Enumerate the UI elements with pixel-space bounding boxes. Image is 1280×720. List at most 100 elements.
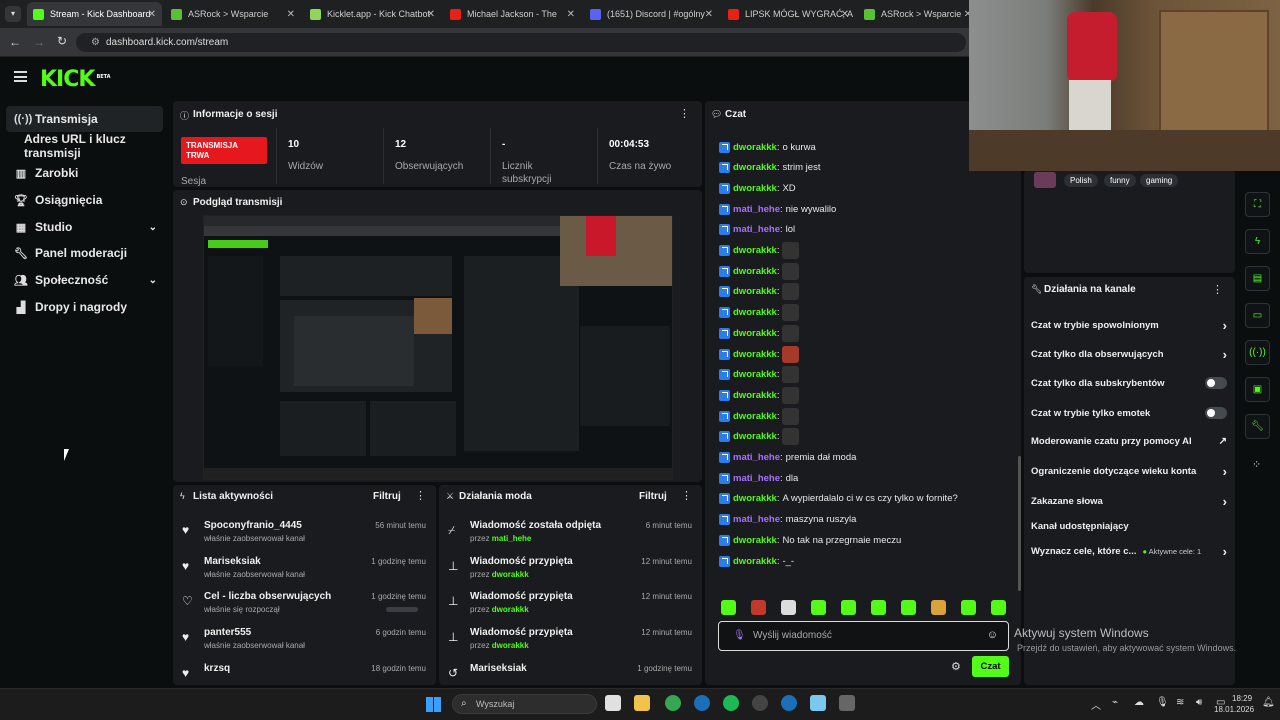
obs-icon[interactable] [752,695,768,711]
more-icon[interactable]: ⋮ [1212,283,1223,296]
banned-words-row[interactable]: Zakazane słowa › [1031,491,1227,511]
chat-message[interactable]: dworakkk: XD [719,179,796,197]
sidebar-item-spolecznosc[interactable]: 👥︎ Społeczność ⌄ [6,267,163,293]
chat-settings-icon[interactable]: ⚙ [951,660,961,673]
chat-username[interactable]: dworakkk [733,349,777,360]
sidebar-item-dropy[interactable]: ▟ Dropy i nagrody [6,294,163,320]
clock-date[interactable]: 18.01.2026 [1214,705,1254,714]
more-icon[interactable]: ⋮ [681,489,692,502]
browser-tab[interactable]: ASRock > Wsparcie ✕ [858,2,978,26]
network-icon[interactable]: ⌁ [1112,697,1118,708]
tray-chevron-icon[interactable]: ︿ [1091,697,1101,712]
close-tab-icon[interactable]: ✕ [705,9,713,20]
site-info-icon[interactable]: ⚙ [91,37,100,48]
dots-cluster-icon[interactable]: ⁘ [1252,458,1261,471]
chat-username[interactable]: dworakkk [733,390,777,401]
quick-emote-icon[interactable] [751,600,766,615]
chat-bubble-icon[interactable]: ▭ [1245,303,1270,328]
more-icon[interactable]: ⋮ [415,489,426,502]
browser-tab[interactable]: Michael Jackson - The ✕ [444,2,581,26]
chat-username[interactable]: dworakkk [733,183,777,194]
tag-funny[interactable]: funny [1104,174,1136,187]
goals-row[interactable]: Wyznacz cele, które c... ● Aktywne cele: … [1031,541,1227,561]
quick-emote-icon[interactable] [841,600,856,615]
chrome-icon[interactable] [665,695,681,711]
slow-mode-row[interactable]: Czat w trybie spowolnionym › [1031,315,1227,335]
chat-username[interactable]: mati_hehe [733,224,780,235]
kick-logo[interactable]: KICK BETA [40,67,111,92]
quick-emote-icon[interactable] [871,600,886,615]
wrench-icon[interactable]: 🔧︎ [1245,414,1270,439]
steam-icon[interactable] [694,695,710,711]
chat-message[interactable]: dworakkk: strim jest [719,159,820,177]
spotify-icon[interactable] [723,695,739,711]
sidebar-item-url-key[interactable]: Adres URL i klucz transmisji [6,132,163,160]
emote-picker-icon[interactable]: ☺ [987,629,998,641]
account-age-row[interactable]: Ograniczenie dotyczące wieku konta › [1031,461,1227,481]
chat-message[interactable]: dworakkk: [719,386,800,404]
menu-icon[interactable] [14,71,27,82]
chat-message[interactable]: mati_hehe: lol [719,221,795,239]
sharing-channel-row[interactable]: Kanał udostępniający [1031,516,1227,536]
stream-preview-video[interactable] [203,215,673,480]
notifications-icon[interactable]: 🔔︎ [1262,697,1275,708]
chat-input-box[interactable]: 🎙︎ Wyślij wiadomość ☺ [718,621,1009,651]
file-explorer-icon[interactable] [634,695,650,711]
chat-username[interactable]: dworakkk [733,266,777,277]
close-tab-icon[interactable]: ✕ [148,9,156,20]
more-icon[interactable]: ⋮ [679,107,690,120]
subscribers-only-toggle[interactable] [1205,377,1227,389]
chat-message[interactable]: mati_hehe: nie wywalilo [719,200,836,218]
quick-emote-icon[interactable] [991,600,1006,615]
chat-username[interactable]: dworakkk [733,328,777,339]
chat-message[interactable]: dworakkk: [719,242,800,260]
chat-username[interactable]: dworakkk [733,286,777,297]
quick-emote-icon[interactable] [931,600,946,615]
browser-tab[interactable]: LIPSK MÓGŁ WYGRAĆ, A ✕ [722,2,855,26]
bolt-icon[interactable]: ϟ [1245,229,1270,254]
chat-message[interactable]: dworakkk: [719,428,800,446]
close-tab-icon[interactable]: ✕ [841,9,849,20]
tag-polish[interactable]: Polish [1064,174,1098,187]
chat-scrollbar[interactable] [1018,456,1021,591]
chat-username[interactable]: mati_hehe [733,204,780,215]
people-icon[interactable]: ▣ [1245,377,1270,402]
send-chat-button[interactable]: Czat [972,656,1009,677]
chat-message[interactable]: dworakkk: -_- [719,552,794,570]
sidebar-item-transmisja[interactable]: ((·)) Transmisja [6,106,163,132]
chat-message[interactable]: dworakkk: o kurwa [719,138,816,156]
document-icon[interactable]: ▤ [1245,266,1270,291]
ai-moderation-row[interactable]: Moderowanie czatu przy pomocy AI ↗ [1031,431,1227,451]
chat-message[interactable]: mati_hehe: maszyna ruszyla [719,511,856,529]
browser-tab[interactable]: Stream - Kick Dashboard ✕ [27,2,162,26]
task-view-icon[interactable] [605,695,621,711]
steam-icon[interactable] [781,695,797,711]
quick-emote-icon[interactable] [901,600,916,615]
chat-username[interactable]: dworakkk [733,535,777,546]
browser-tab[interactable]: Kicklet.app - Kick Chatbot ✕ [304,2,441,26]
chat-username[interactable]: mati_hehe [733,514,780,525]
chat-username[interactable]: dworakkk [733,162,777,173]
chat-username[interactable]: mati_hehe [733,473,780,484]
browser-tab[interactable]: ASRock > Wsparcie ✕ [165,2,301,26]
chat-message[interactable]: dworakkk: [719,324,800,342]
chat-message[interactable]: dworakkk: [719,345,800,363]
chat-message[interactable]: mati_hehe: dla [719,469,798,487]
screen-icon[interactable]: ⛶ [1245,192,1270,217]
close-tab-icon[interactable]: ✕ [287,9,295,20]
broadcast-icon[interactable]: ((·)) [1245,340,1270,365]
quick-emote-icon[interactable] [811,600,826,615]
app-icon[interactable] [810,695,826,711]
windows-start-icon[interactable] [426,697,441,712]
mic-icon[interactable]: 🎙︎ [733,630,746,641]
close-tab-icon[interactable]: ✕ [427,9,435,20]
sidebar-item-panel-moderacji[interactable]: 🔧︎ Panel moderacji [6,240,163,266]
app-icon[interactable] [839,695,855,711]
chat-message[interactable]: dworakkk: [719,262,800,280]
chat-message[interactable]: dworakkk: No tak na przegrnaie meczu [719,531,901,549]
filter-button[interactable]: Filtruj [639,491,667,502]
forward-icon[interactable]: → [33,35,45,49]
close-tab-icon[interactable]: ✕ [567,9,575,20]
chat-message[interactable]: dworakkk: [719,304,800,322]
chat-username[interactable]: dworakkk [733,142,777,153]
